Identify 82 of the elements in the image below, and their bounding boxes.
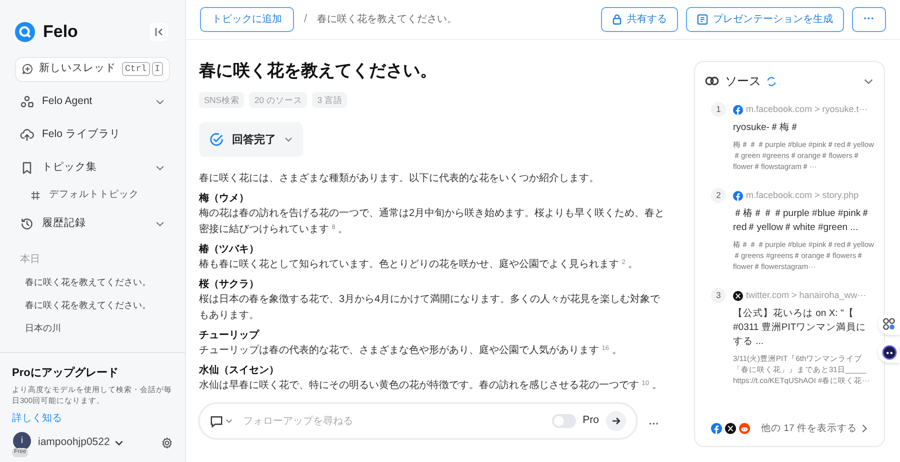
source-number: 1	[711, 102, 726, 117]
answer-paragraph: 桜は日本の春を象徴する花で、3月から4月にかけて満開になります。多くの人々が花見を楽しむ対象でもあります。	[199, 292, 662, 324]
more-options-button[interactable]: ···	[649, 417, 659, 432]
source-number: 2	[711, 188, 726, 203]
lock-icon	[612, 14, 622, 25]
facebook-icon	[711, 423, 722, 434]
add-topic-button[interactable]: トピックに追加	[200, 7, 294, 32]
x-logo-icon	[725, 423, 736, 434]
facebook-icon	[733, 190, 743, 200]
pro-toggle[interactable]	[552, 414, 576, 428]
brand-name: Felo	[43, 21, 78, 43]
followup-field[interactable]: フォローアップを尋ねる Pro	[198, 402, 638, 440]
answer-paragraph: チューリップは春の代表的な花で、さまざまな色や形があり、庭や公園で人気があります $^{16}$ 。	[199, 344, 623, 358]
answer-paragraph: 梅の花は春の訪れを告げる花の一つで、通常は2月中旬から咲き始めます。桜よりも早く咲くため、春と密接に結びつけられています $^{8}$ 。	[199, 206, 666, 238]
sidebar-item[interactable]: Felo ライブラリ	[15, 120, 170, 148]
collapse-sidebar-button[interactable]	[150, 22, 168, 41]
show-more-sources-button[interactable]: 他の 17 件を表示する	[761, 422, 868, 436]
settings-icon	[161, 437, 173, 449]
arrow-right-icon	[611, 416, 621, 426]
shortcut-key: Ctrl	[122, 62, 150, 76]
history-group-label: 本日	[19, 252, 41, 266]
share-button[interactable]: 共有する	[601, 7, 678, 32]
settings-button[interactable]	[161, 437, 173, 449]
link-icon	[705, 76, 719, 86]
logo-icon	[15, 22, 35, 42]
section-heading: 梅（ウメ）	[199, 192, 249, 206]
section-heading: 桜（サクラ）	[199, 278, 259, 292]
breadcrumb-title: 春に咲く花を教えてください。	[317, 12, 458, 27]
chevron-down-icon	[284, 135, 293, 144]
sidebar-item[interactable]: トピック集	[15, 154, 170, 182]
sidebar-item[interactable]: 履歴記録	[15, 210, 170, 238]
history-item[interactable]: 春に咲く花を教えてください。	[25, 272, 151, 294]
facebook-icon	[733, 104, 743, 114]
new-thread-button[interactable]: 新しいスレッド Ctrl I	[15, 56, 170, 82]
source-title: ＃椿＃＃＃purple #blue #pink＃red＃yellow＃white #green ...	[733, 207, 872, 235]
answer-status-button[interactable]: 回答完了	[199, 122, 303, 158]
chat-bubble-icon	[210, 414, 223, 428]
followup-input[interactable]: フォローアップを尋ねる	[243, 414, 548, 428]
info-tag: SNS検索	[199, 92, 244, 108]
source-number: 3	[711, 288, 726, 303]
breadcrumb-separator: /	[304, 12, 308, 28]
reddit-icon	[739, 423, 750, 434]
hash-icon	[30, 190, 41, 201]
answer-paragraph: 椿も春に咲く花として知られています。色とりどりの花を咲かせ、庭や公園でよく見られます $^{2}$ 。	[199, 258, 640, 272]
section-heading: 水仙（スイセン）	[199, 364, 279, 378]
answer-paragraph: 春に咲く花には、さまざまな種類があります。以下に代表的な花をいくつか紹介します。	[199, 172, 600, 186]
section-heading: 椿（ツバキ）	[199, 242, 259, 258]
history-item[interactable]: 春に咲く花を教えてください。	[25, 294, 151, 318]
cloud-upload-icon	[20, 128, 34, 142]
chevron-down-icon	[114, 438, 124, 448]
history-icon	[20, 216, 34, 230]
pro-label: Pro	[582, 413, 599, 428]
apps-icon[interactable]	[878, 313, 900, 335]
collapse-icon	[154, 26, 164, 37]
topic-item[interactable]: デフォルトトピック	[30, 184, 185, 208]
bookmark-icon	[20, 160, 34, 174]
mode-dropdown[interactable]	[210, 414, 233, 428]
account-menu[interactable]: iampoohjp0522	[38, 435, 124, 451]
check-circle-icon	[209, 132, 224, 148]
x-logo-icon	[733, 290, 743, 300]
answer-paragraph: 水仙は早春に咲く花で、特にその明るい黄色の花が特徴です。春の訪れを感じさせる花の一つです $^{10}$ 。	[199, 378, 663, 394]
user-avatar: i	[13, 432, 31, 450]
presentation-button[interactable]: プレゼンテーションを生成	[686, 7, 844, 32]
info-tag: 3 言語	[312, 92, 348, 108]
shortcut-key: I	[152, 62, 163, 76]
send-button[interactable]	[606, 411, 626, 431]
source-title: 【公式】花いろは on X: "【 #0311 豊洲PITワンマン満員にする ...	[733, 307, 868, 349]
agent-icon	[20, 94, 34, 108]
chevron-down-icon	[225, 417, 233, 425]
chevron-right-icon	[860, 424, 868, 434]
info-tag: 20 のソース	[249, 92, 308, 108]
more-button[interactable]: ···	[852, 7, 886, 32]
presentation-icon	[697, 14, 708, 25]
sidebar-item[interactable]: Felo Agent	[15, 88, 170, 116]
upgrade-title: Proにアップグレード	[12, 366, 120, 380]
history-item[interactable]: 日本の川	[25, 318, 61, 340]
sources-title: ソース	[725, 73, 761, 90]
question-title: 春に咲く花を教えてください。	[199, 60, 438, 82]
source-title: ryosuke-＃梅＃	[733, 121, 800, 135]
robot-icon[interactable]	[878, 341, 900, 363]
section-heading: チューリップ	[199, 328, 259, 344]
new-chat-icon	[22, 62, 33, 76]
